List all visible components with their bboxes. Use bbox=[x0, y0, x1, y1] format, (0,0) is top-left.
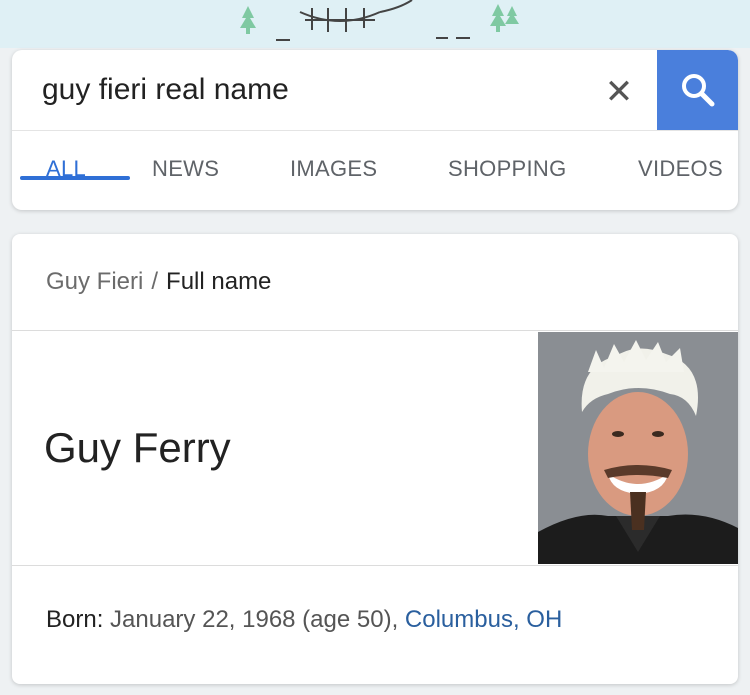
breadcrumb-parent-link[interactable]: Guy Fieri bbox=[46, 268, 143, 295]
divider bbox=[12, 330, 738, 331]
person-photo-image bbox=[538, 332, 738, 564]
answer-text: Guy Ferry bbox=[44, 424, 231, 471]
search-icon bbox=[681, 74, 714, 107]
doodle-banner[interactable] bbox=[0, 0, 750, 48]
breadcrumb-current: Full name bbox=[166, 268, 272, 295]
born-place-link[interactable]: Columbus, OH bbox=[405, 606, 562, 633]
born-label: Born: bbox=[46, 606, 104, 633]
knowledge-card: Guy Fieri / Full name Guy Ferry Born: Janu… bbox=[12, 234, 738, 684]
tab-shopping[interactable]: SHOPPING bbox=[448, 156, 567, 182]
born-date: January 22, 1968 (age 50), bbox=[103, 606, 405, 633]
search-bar: ✕ bbox=[12, 50, 738, 131]
person-photo[interactable] bbox=[538, 332, 738, 564]
clear-button[interactable]: ✕ bbox=[597, 70, 641, 114]
close-icon: ✕ bbox=[604, 73, 634, 111]
tab-videos[interactable]: VIDEOS bbox=[638, 156, 723, 182]
search-button[interactable] bbox=[657, 50, 738, 130]
doodle-illustration bbox=[240, 0, 519, 41]
search-tabs: ALL NEWS IMAGES SHOPPING VIDEOS bbox=[12, 130, 738, 210]
breadcrumb-separator: / bbox=[151, 268, 159, 295]
breadcrumb: Guy Fieri / Full name bbox=[46, 268, 271, 296]
born-info: Born: January 22, 1968 (age 50), Columbu… bbox=[46, 606, 562, 634]
search-input[interactable] bbox=[42, 70, 582, 110]
search-card: ✕ ALL NEWS IMAGES SHOPPING VIDEOS bbox=[12, 50, 738, 210]
active-tab-indicator bbox=[20, 176, 130, 180]
tab-images[interactable]: IMAGES bbox=[290, 156, 377, 182]
divider bbox=[12, 565, 738, 566]
tab-news[interactable]: NEWS bbox=[152, 156, 219, 182]
